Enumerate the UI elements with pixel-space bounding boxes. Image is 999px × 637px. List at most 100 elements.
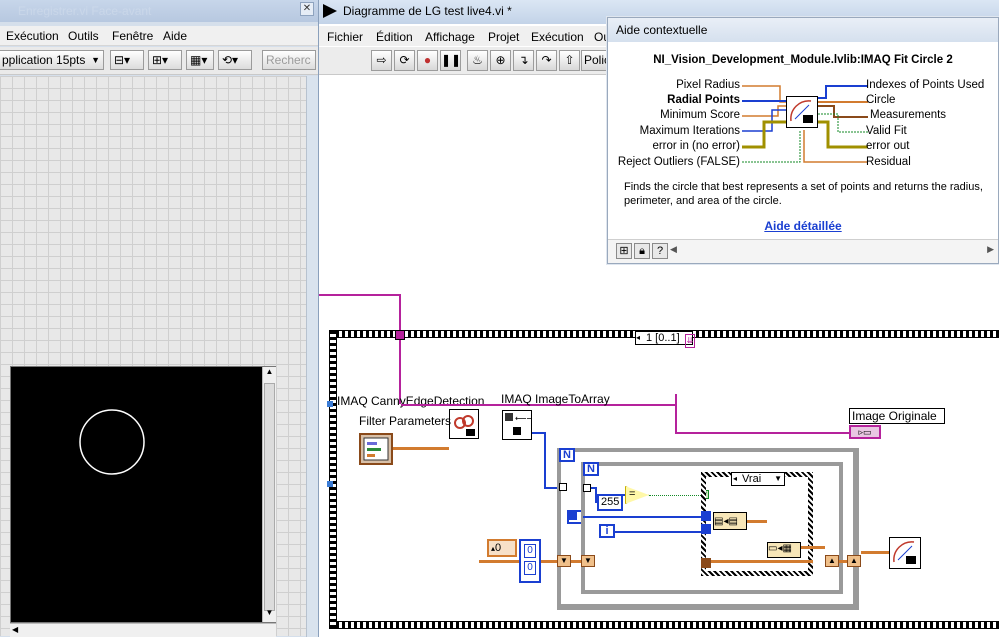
front-panel-menubar: Exécution Outils Fenêtre Aide xyxy=(0,26,318,46)
retain-wire-values-button[interactable]: ⊕ xyxy=(490,50,511,71)
run-button[interactable]: ⇨ xyxy=(371,50,392,71)
step-over-button[interactable]: ↷ xyxy=(536,50,557,71)
constant-255[interactable]: 255 xyxy=(597,494,623,511)
case-tunnel xyxy=(701,558,711,568)
step-into-icon: ↴ xyxy=(518,53,529,67)
align-objects-button[interactable]: ⊟▾ xyxy=(110,50,144,70)
menu-fichier[interactable]: Fichier xyxy=(327,30,363,44)
menu-aide[interactable]: Aide xyxy=(163,29,187,43)
step-into-button[interactable]: ↴ xyxy=(513,50,534,71)
output-valid-fit: Valid Fit xyxy=(866,125,907,137)
output-measurements: Measurements xyxy=(870,109,947,121)
selection-handle[interactable] xyxy=(327,401,333,407)
scroll-left-icon[interactable]: ◀ xyxy=(670,244,677,255)
pause-button[interactable]: ❚❚ xyxy=(440,50,461,71)
shift-register-left[interactable]: ▼ xyxy=(557,555,571,567)
array-constant[interactable]: ▴0 xyxy=(487,539,517,557)
scroll-left-icon[interactable]: ◀ xyxy=(12,625,18,634)
resize-objects-button[interactable]: ▦▾ xyxy=(186,50,214,70)
align-icon: ⊟▾ xyxy=(114,53,131,67)
context-help-window: Aide contextuelle NI_Vision_Development_… xyxy=(607,17,999,264)
loop-count-terminal[interactable]: N xyxy=(559,448,575,462)
font-select[interactable]: Polic xyxy=(581,50,610,71)
cluster-wire xyxy=(861,551,889,554)
case-tunnel xyxy=(701,511,711,521)
scroll-right-icon[interactable]: ▶ xyxy=(987,244,994,255)
cluster-wire xyxy=(393,447,449,450)
filter-params-label: Filter Parameters xyxy=(359,414,452,428)
input-radial-points: Radial Points xyxy=(667,94,740,106)
element-box: 0 xyxy=(524,561,536,575)
cluster-icon xyxy=(363,437,389,461)
image-terminal-icon: ▹▭ xyxy=(858,427,872,437)
search-placeholder: Recherc xyxy=(266,53,311,67)
front-panel-toolbar: pplication 15pts ▼ ⊟▾ ⊞▾ ▦▾ ⟲▾ Recherc xyxy=(0,47,318,75)
menu-execution[interactable]: Exécution xyxy=(6,29,59,43)
detailed-help-link[interactable]: Aide détaillée xyxy=(608,219,998,233)
build-array-node[interactable]: ▤◂▤ xyxy=(713,512,747,530)
shift-register-right[interactable]: ▲ xyxy=(847,555,861,567)
step-out-button[interactable]: ⇧ xyxy=(559,50,580,71)
bundle-node[interactable]: ▭◂▦ xyxy=(767,542,801,558)
menu-outils[interactable]: Outils xyxy=(68,29,99,43)
search-input[interactable]: Recherc xyxy=(262,50,316,70)
menu-execution[interactable]: Exécution xyxy=(531,30,584,44)
scrollbar-thumb[interactable] xyxy=(264,383,275,611)
case-selector-label: 1 [0..1] xyxy=(646,332,680,344)
distribute-icon: ⊞▾ xyxy=(152,53,169,67)
image-tunnel xyxy=(395,330,405,340)
canny-edge-node[interactable] xyxy=(449,409,479,439)
lightbulb-icon: ♨ xyxy=(472,53,483,67)
run-arrow-icon: ⇨ xyxy=(376,53,387,67)
image-indicator-terminal[interactable]: ▹▭ xyxy=(849,425,881,439)
scroll-up-icon[interactable]: ▲ xyxy=(263,367,276,381)
image-originale-label: Image Originale 3 xyxy=(849,408,945,437)
shift-register-left-inner[interactable]: ▼ xyxy=(581,555,595,567)
output-residual: Residual xyxy=(866,156,911,168)
highlight-execution-button[interactable]: ♨ xyxy=(467,50,488,71)
run-continuously-button[interactable]: ⟳ xyxy=(394,50,415,71)
output-circle: Circle xyxy=(866,94,896,106)
context-help-title: Aide contextuelle xyxy=(616,23,708,37)
inner-iteration-terminal: i xyxy=(599,524,615,538)
fit-circle-node[interactable] xyxy=(889,537,921,569)
image-wire xyxy=(675,432,849,434)
reorder-button[interactable]: ⟲▾ xyxy=(218,50,252,70)
show-optional-terminals-button[interactable]: ⊞ xyxy=(616,243,632,259)
probe-icon: ⊕ xyxy=(495,53,506,67)
lock-help-button[interactable]: 🔒︎ xyxy=(634,243,650,259)
run-continuously-icon: ⟳ xyxy=(399,53,410,67)
fit-circle-icon xyxy=(893,541,916,564)
font-select-value: pplication 15pts xyxy=(2,53,86,67)
image-vertical-scrollbar[interactable]: ▲ ▼ xyxy=(262,367,276,622)
context-help-titlebar: Aide contextuelle xyxy=(608,18,998,42)
array-element-constant[interactable]: 0 0 xyxy=(519,539,541,583)
chevron-down-icon[interactable]: ▼ xyxy=(774,473,782,485)
filter-params-cluster[interactable] xyxy=(359,433,393,465)
case-label[interactable]: ◂ Vrai ▼ xyxy=(731,472,785,486)
resize-icon: ▦▾ xyxy=(190,53,208,67)
front-panel-scrollbar[interactable] xyxy=(306,76,318,637)
close-icon[interactable]: ✕ xyxy=(300,2,314,16)
selection-handle[interactable] xyxy=(327,481,333,487)
menu-fenetre[interactable]: Fenêtre xyxy=(112,29,153,43)
menu-edition[interactable]: Édition xyxy=(376,30,413,44)
distribute-objects-button[interactable]: ⊞▾ xyxy=(148,50,182,70)
menu-affichage[interactable]: Affichage xyxy=(425,30,475,44)
inner-loop-count-terminal[interactable]: N xyxy=(583,462,599,476)
image-display[interactable] xyxy=(10,366,276,623)
pause-icon: ❚❚ xyxy=(441,53,462,67)
window-title: Diagramme de LG test live4.vi * xyxy=(343,4,512,18)
image-horizontal-scrollbar[interactable]: ◀ xyxy=(10,623,276,637)
decrement-icon[interactable]: ◂ xyxy=(733,473,737,485)
decrement-icon[interactable]: ◂ xyxy=(636,332,640,344)
detailed-help-button[interactable]: ? xyxy=(652,243,668,259)
outer-frame-left xyxy=(329,330,337,629)
abort-button[interactable]: ● xyxy=(417,50,438,71)
scroll-down-icon[interactable]: ▼ xyxy=(263,608,276,622)
image-to-array-node[interactable]: ⟵⟶ xyxy=(502,410,538,440)
shift-register-right-inner[interactable]: ▲ xyxy=(825,555,839,567)
menu-projet[interactable]: Projet xyxy=(488,30,519,44)
font-select[interactable]: pplication 15pts ▼ xyxy=(0,50,104,70)
input-pixel-radius: Pixel Radius xyxy=(676,79,740,91)
